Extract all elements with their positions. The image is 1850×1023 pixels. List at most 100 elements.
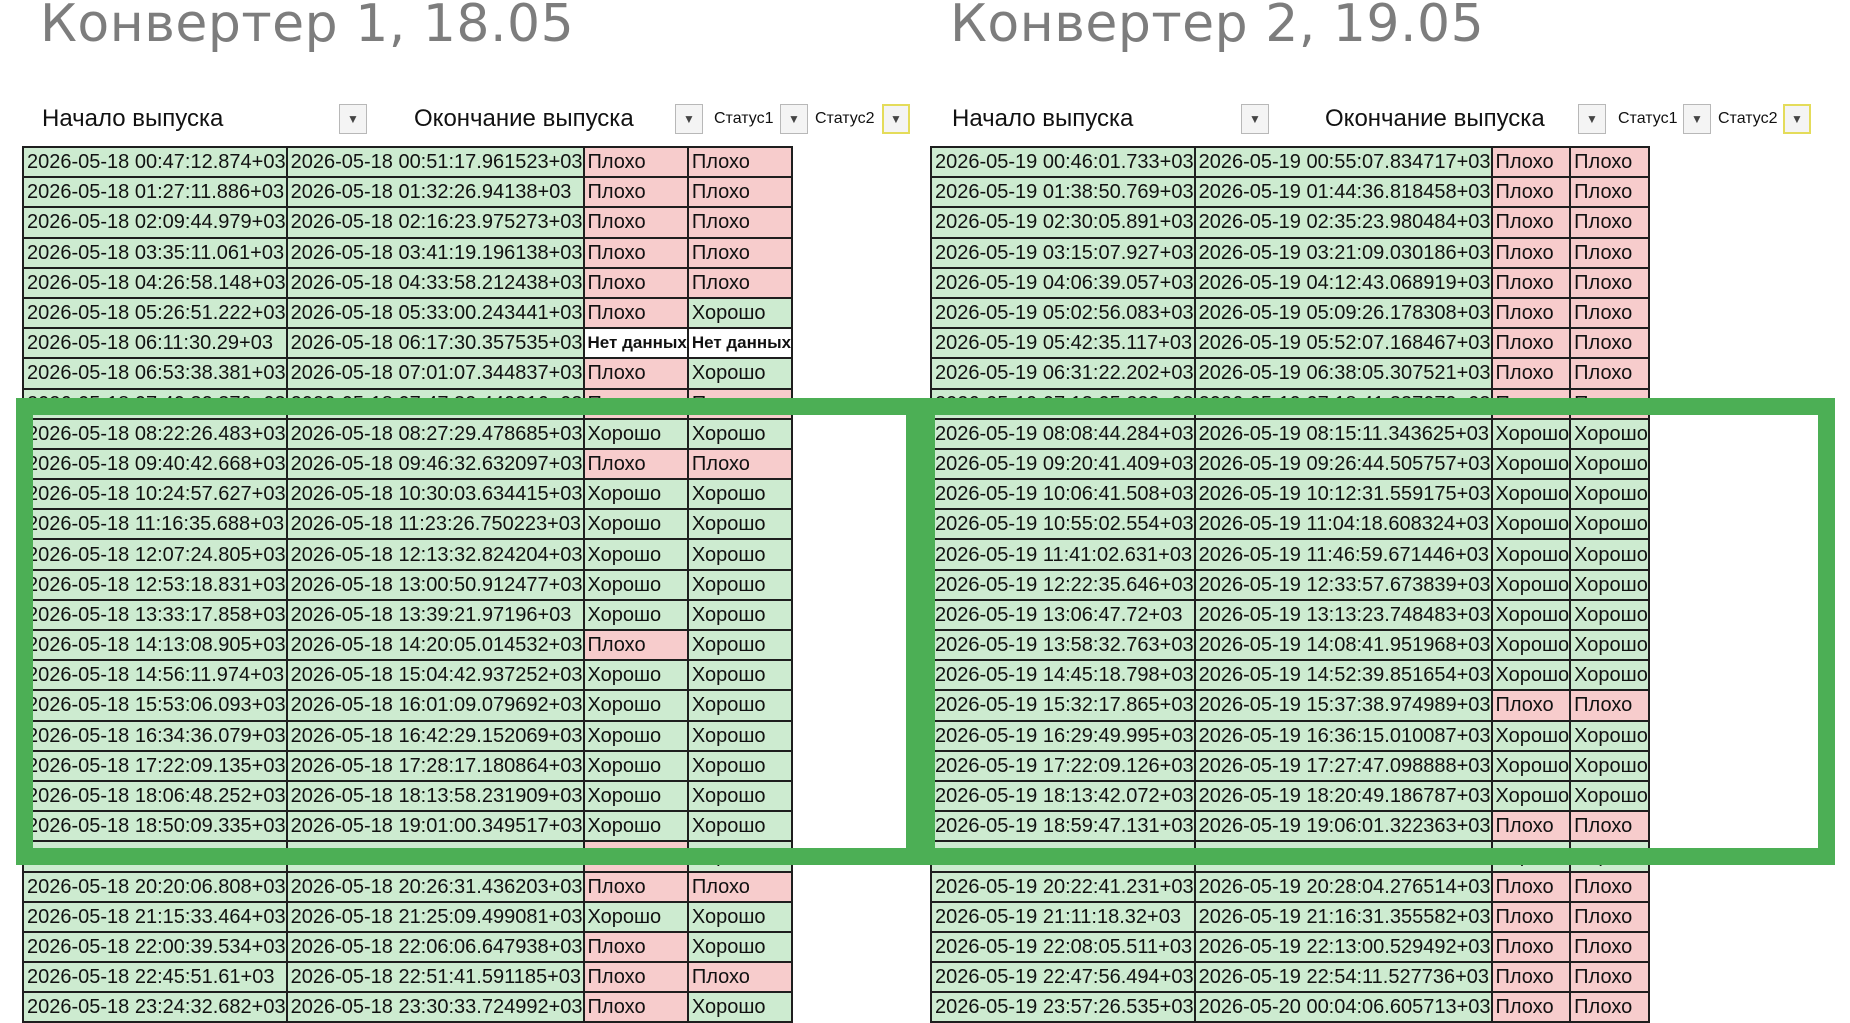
status1-cell[interactable]: Плохо <box>582 870 689 903</box>
end-cell[interactable]: 2026-05-18 23:30:33.724992+03 <box>285 991 585 1023</box>
status1-cell[interactable]: Плохо <box>1490 236 1572 269</box>
status1-cell[interactable]: Плохо <box>1490 206 1572 239</box>
status2-cell[interactable]: Хорошо <box>686 930 794 964</box>
start-cell[interactable]: 2026-05-19 04:06:39.057+03 <box>930 266 1196 299</box>
start-cell[interactable]: 2026-05-19 02:30:05.891+03 <box>930 206 1196 239</box>
status2-cell[interactable]: Плохо <box>1569 266 1650 299</box>
status1-cell[interactable]: Плохо <box>582 991 689 1023</box>
status1-cell[interactable]: Плохо <box>1490 900 1572 933</box>
status1-cell[interactable]: Плохо <box>582 296 689 330</box>
start-cell[interactable]: 2026-05-19 22:08:05.511+03 <box>930 930 1196 964</box>
status1-cell[interactable]: Плохо <box>582 176 689 209</box>
start-cell[interactable]: 2026-05-18 01:27:11.886+03 <box>22 176 288 209</box>
start-cell[interactable]: 2026-05-19 00:46:01.733+03 <box>930 145 1196 179</box>
status2-cell[interactable]: Плохо <box>1569 961 1650 994</box>
end-cell[interactable]: 2026-05-18 22:06:06.647938+03 <box>285 930 585 964</box>
end-cell[interactable]: 2026-05-19 02:35:23.980484+03 <box>1193 206 1493 239</box>
end-cell[interactable]: 2026-05-18 00:51:17.961523+03 <box>285 145 585 179</box>
end-cell[interactable]: 2026-05-18 20:26:31.436203+03 <box>285 870 585 903</box>
start-cell[interactable]: 2026-05-19 05:42:35.117+03 <box>930 327 1196 360</box>
status1-cell[interactable]: Плохо <box>582 930 689 964</box>
start-cell[interactable]: 2026-05-19 20:22:41.231+03 <box>930 870 1196 903</box>
status1-cell[interactable]: Нет данных <box>582 327 689 360</box>
end-cell[interactable]: 2026-05-18 04:33:58.212438+03 <box>285 266 585 299</box>
status1-cell[interactable]: Плохо <box>1490 266 1572 299</box>
start-cell[interactable]: 2026-05-19 05:02:56.083+03 <box>930 296 1196 330</box>
status1-cell[interactable]: Плохо <box>582 357 689 390</box>
status2-cell[interactable]: Плохо <box>686 236 794 269</box>
status1-cell[interactable]: Плохо <box>582 145 689 179</box>
status2-cell[interactable]: Плохо <box>686 145 794 179</box>
status2-cell[interactable]: Плохо <box>1569 236 1650 269</box>
status1-cell[interactable]: Плохо <box>1490 991 1572 1023</box>
start-cell[interactable]: 2026-05-18 22:00:39.534+03 <box>22 930 288 964</box>
status1-cell[interactable]: Плохо <box>1490 176 1572 209</box>
start-cell[interactable]: 2026-05-19 23:57:26.535+03 <box>930 991 1196 1023</box>
start-cell[interactable]: 2026-05-18 00:47:12.874+03 <box>22 145 288 179</box>
end-filter-dropdown[interactable]: ▼ <box>1578 104 1606 134</box>
start-cell[interactable]: 2026-05-18 03:35:11.061+03 <box>22 236 288 269</box>
status2-cell[interactable]: Плохо <box>1569 870 1650 903</box>
end-cell[interactable]: 2026-05-19 06:38:05.307521+03 <box>1193 357 1493 390</box>
status2-cell[interactable]: Плохо <box>686 266 794 299</box>
status2-cell[interactable]: Плохо <box>1569 900 1650 933</box>
start-cell[interactable]: 2026-05-18 22:45:51.61+03 <box>22 961 288 994</box>
status2-cell[interactable]: Плохо <box>1569 357 1650 390</box>
end-cell[interactable]: 2026-05-19 22:54:11.527736+03 <box>1193 961 1493 994</box>
start-cell[interactable]: 2026-05-18 02:09:44.979+03 <box>22 206 288 239</box>
status2-cell[interactable]: Плохо <box>1569 991 1650 1023</box>
status1-cell[interactable]: Плохо <box>1490 357 1572 390</box>
status2-filter-dropdown[interactable]: ▼ <box>882 104 910 134</box>
start-filter-dropdown[interactable]: ▼ <box>1241 104 1269 134</box>
start-cell[interactable]: 2026-05-19 06:31:22.202+03 <box>930 357 1196 390</box>
start-cell[interactable]: 2026-05-18 05:26:51.222+03 <box>22 296 288 330</box>
end-cell[interactable]: 2026-05-18 07:01:07.344837+03 <box>285 357 585 390</box>
start-cell[interactable]: 2026-05-19 01:38:50.769+03 <box>930 176 1196 209</box>
end-cell[interactable]: 2026-05-18 02:16:23.975273+03 <box>285 206 585 239</box>
start-cell[interactable]: 2026-05-18 21:15:33.464+03 <box>22 900 288 933</box>
end-cell[interactable]: 2026-05-19 00:55:07.834717+03 <box>1193 145 1493 179</box>
end-cell[interactable]: 2026-05-18 05:33:00.243441+03 <box>285 296 585 330</box>
start-cell[interactable]: 2026-05-18 06:53:38.381+03 <box>22 357 288 390</box>
status1-cell[interactable]: Хорошо <box>582 900 689 933</box>
start-cell[interactable]: 2026-05-19 03:15:07.927+03 <box>930 236 1196 269</box>
status1-cell[interactable]: Плохо <box>1490 296 1572 330</box>
start-cell[interactable]: 2026-05-18 06:11:30.29+03 <box>22 327 288 360</box>
start-cell[interactable]: 2026-05-18 23:24:32.682+03 <box>22 991 288 1023</box>
end-cell[interactable]: 2026-05-19 03:21:09.030186+03 <box>1193 236 1493 269</box>
status2-cell[interactable]: Нет данных <box>686 327 794 360</box>
status2-cell[interactable]: Плохо <box>1569 176 1650 209</box>
end-cell[interactable]: 2026-05-20 00:04:06.605713+03 <box>1193 991 1493 1023</box>
status1-cell[interactable]: Плохо <box>582 206 689 239</box>
status2-cell[interactable]: Плохо <box>686 961 794 994</box>
end-cell[interactable]: 2026-05-19 04:12:43.068919+03 <box>1193 266 1493 299</box>
end-cell[interactable]: 2026-05-18 03:41:19.196138+03 <box>285 236 585 269</box>
end-cell[interactable]: 2026-05-18 21:25:09.499081+03 <box>285 900 585 933</box>
start-cell[interactable]: 2026-05-18 04:26:58.148+03 <box>22 266 288 299</box>
end-cell[interactable]: 2026-05-19 01:44:36.818458+03 <box>1193 176 1493 209</box>
end-filter-dropdown[interactable]: ▼ <box>675 104 703 134</box>
status2-cell[interactable]: Плохо <box>1569 327 1650 360</box>
status2-cell[interactable]: Хорошо <box>686 991 794 1023</box>
status2-cell[interactable]: Плохо <box>686 870 794 903</box>
status1-cell[interactable]: Плохо <box>582 236 689 269</box>
status2-cell[interactable]: Плохо <box>686 206 794 239</box>
status1-filter-dropdown[interactable]: ▼ <box>780 104 808 134</box>
status1-cell[interactable]: Плохо <box>1490 145 1572 179</box>
end-cell[interactable]: 2026-05-19 21:16:31.355582+03 <box>1193 900 1493 933</box>
end-cell[interactable]: 2026-05-18 06:17:30.357535+03 <box>285 327 585 360</box>
status1-cell[interactable]: Плохо <box>1490 961 1572 994</box>
end-cell[interactable]: 2026-05-18 01:32:26.94138+03 <box>285 176 585 209</box>
status2-cell[interactable]: Хорошо <box>686 296 794 330</box>
status1-filter-dropdown[interactable]: ▼ <box>1683 104 1711 134</box>
status1-cell[interactable]: Плохо <box>1490 327 1572 360</box>
status1-cell[interactable]: Плохо <box>1490 930 1572 964</box>
end-cell[interactable]: 2026-05-19 20:28:04.276514+03 <box>1193 870 1493 903</box>
status2-cell[interactable]: Плохо <box>1569 296 1650 330</box>
start-cell[interactable]: 2026-05-19 21:11:18.32+03 <box>930 900 1196 933</box>
status2-cell[interactable]: Плохо <box>1569 145 1650 179</box>
end-cell[interactable]: 2026-05-19 22:13:00.529492+03 <box>1193 930 1493 964</box>
status2-filter-dropdown[interactable]: ▼ <box>1783 104 1811 134</box>
start-cell[interactable]: 2026-05-18 20:20:06.808+03 <box>22 870 288 903</box>
status1-cell[interactable]: Плохо <box>1490 870 1572 903</box>
